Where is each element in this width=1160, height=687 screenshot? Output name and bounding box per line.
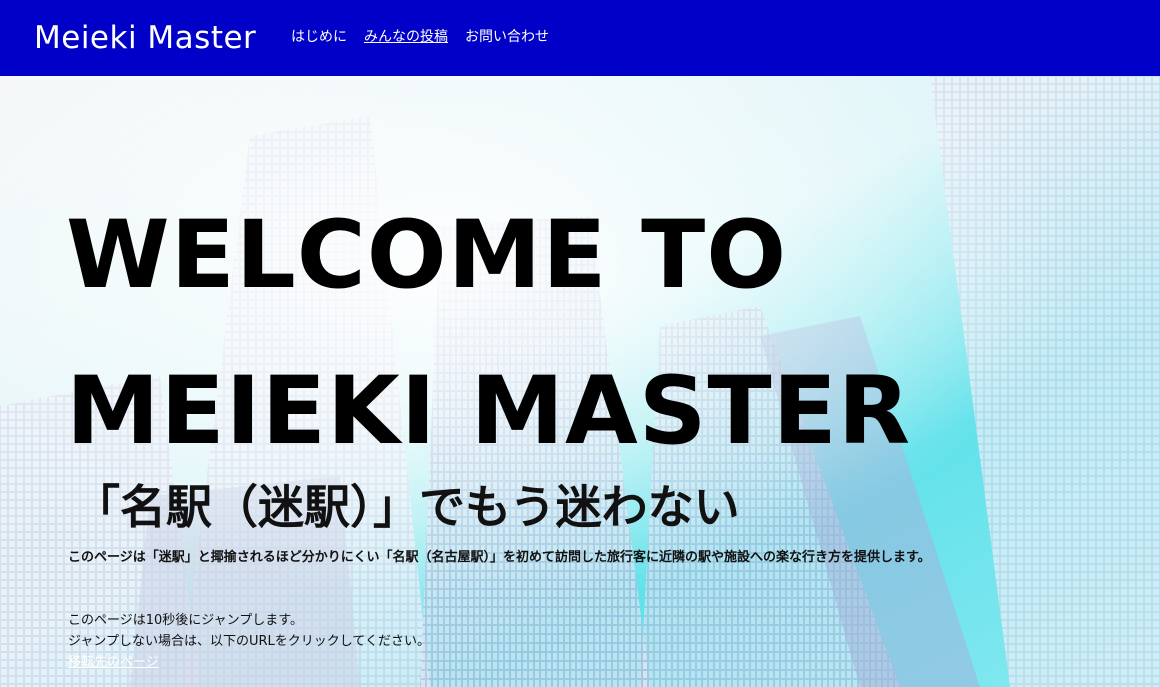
redirect-line-2: ジャンプしない場合は、以下のURLをクリックしてください。 [68,634,430,649]
hero-section: WELCOME TO MEIEKI MASTER [0,76,1160,687]
hero-tagline: 「名駅（迷駅）」でもう迷わない [74,480,740,534]
hero-title-line1: WELCOME TO [66,201,788,310]
nav-link-intro[interactable]: はじめに [291,26,347,48]
hero-title-line2: MEIEKI MASTER [66,357,912,466]
redirect-link[interactable]: 移転先のページ [68,655,159,670]
hero-description: このページは「迷駅」と揶揄されるほど分かりにくい「名駅（名古屋駅）」を初めて訪問… [68,550,931,565]
nav-link-contact[interactable]: お問い合わせ [465,26,549,48]
site-header: Meieki Master はじめに みんなの投稿 お問い合わせ [0,0,1160,76]
redirect-line-1: このページは10秒後にジャンプします。 [68,613,303,628]
main-nav: はじめに みんなの投稿 お問い合わせ [291,26,549,48]
site-logo-link[interactable]: Meieki Master [34,18,256,58]
hero-title: WELCOME TO MEIEKI MASTER [66,178,1066,490]
nav-link-posts[interactable]: みんなの投稿 [364,26,448,48]
redirect-notice: このページは10秒後にジャンプします。 ジャンプしない場合は、以下のURLをクリ… [68,610,430,673]
